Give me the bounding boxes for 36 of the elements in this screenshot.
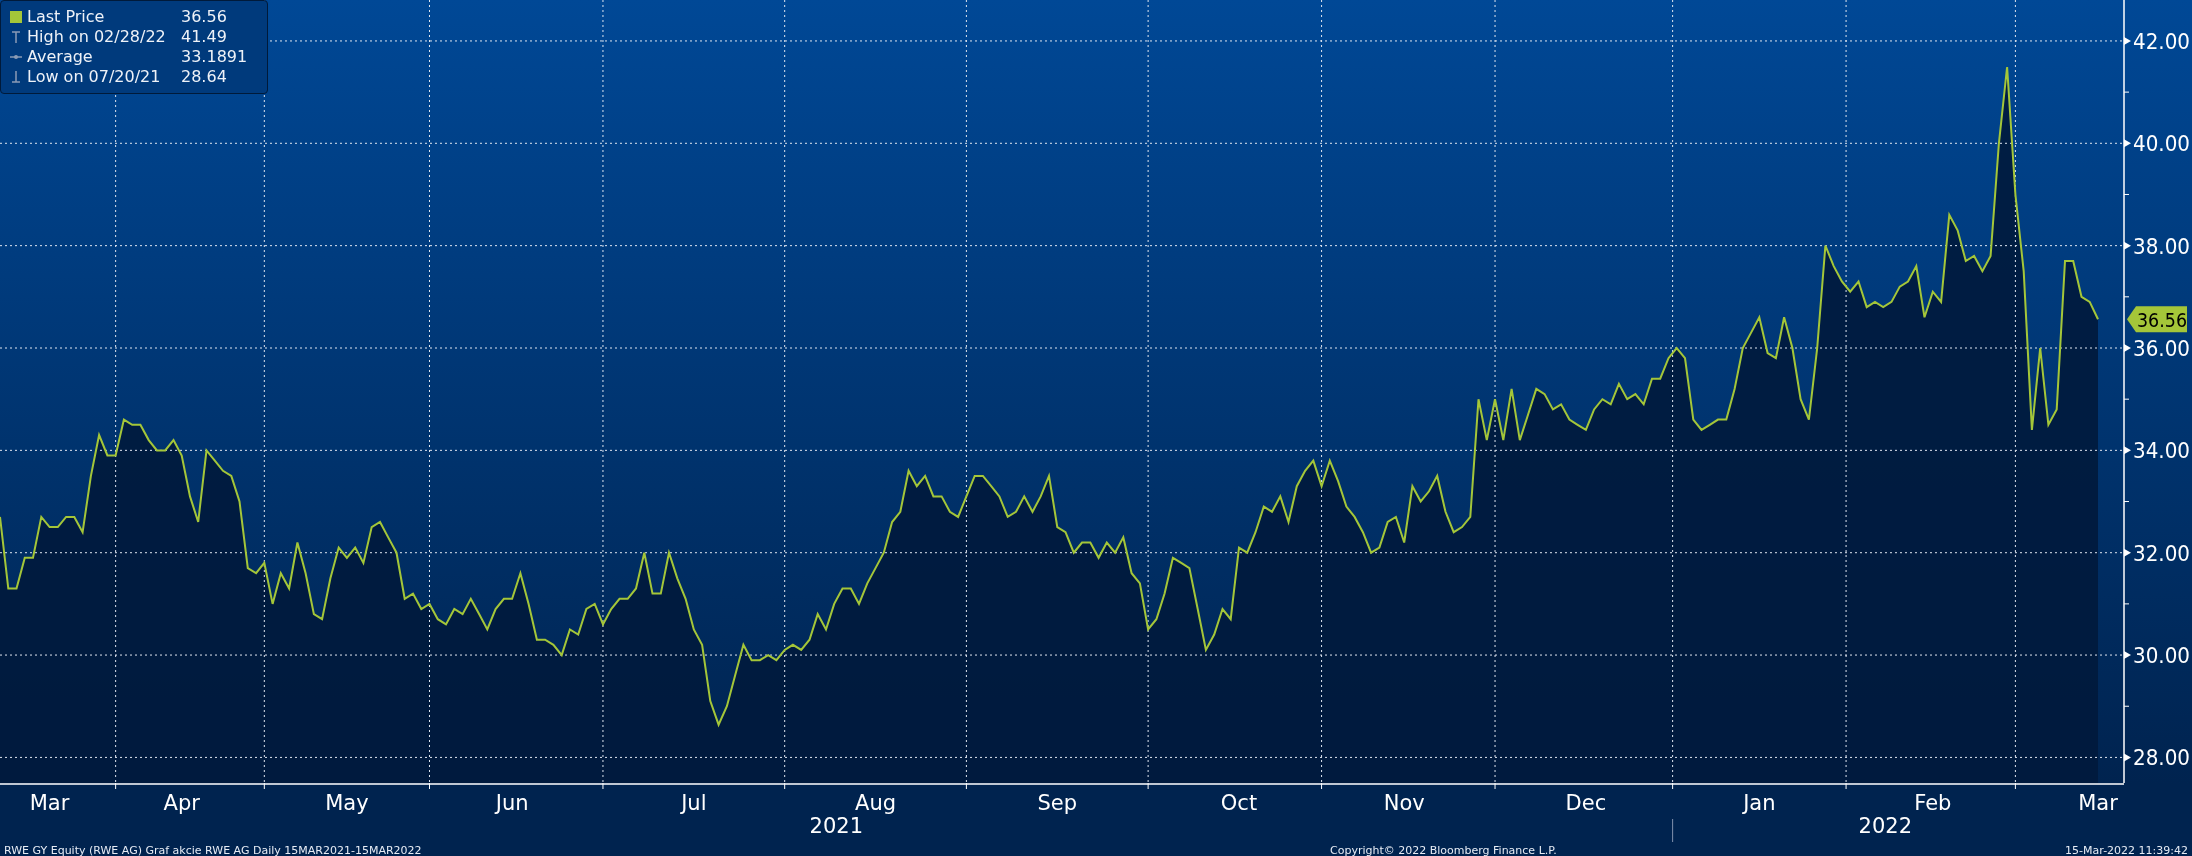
y-axis-label: 30.00 xyxy=(2133,643,2192,669)
legend-label: Average xyxy=(27,49,94,65)
y-axis-label: 38.00 xyxy=(2133,233,2192,259)
legend-label: Low on 07/20/21 xyxy=(27,69,162,85)
x-axis-label: Mar xyxy=(29,791,70,815)
legend-label: Last Price xyxy=(27,9,106,25)
high-marker-icon xyxy=(9,30,23,44)
chart-description: RWE GY Equity (RWE AG) Graf akcie RWE AG Daily 15MAR2021-15MAR2022 xyxy=(4,845,422,856)
y-axis-label: 36.00 xyxy=(2133,336,2192,361)
copyright-text: Copyright© 2022 Bloomberg Finance L.P. xyxy=(1330,845,1557,856)
y-axis-label: 40.00 xyxy=(2133,131,2192,157)
x-axis-label: Sep xyxy=(1037,791,1078,815)
y-axis-label: 34.00 xyxy=(2133,438,2192,464)
x-axis-label: Jul xyxy=(681,791,707,815)
x-axis-label: Dec xyxy=(1565,791,1607,815)
y-axis-label: 32.00 xyxy=(2133,540,2192,566)
year-label: 2021 xyxy=(809,814,864,838)
x-axis-label: Oct xyxy=(1220,791,1258,815)
legend-value: 28.64 xyxy=(181,69,227,85)
legend-value: 33.1891 xyxy=(181,49,248,65)
x-axis-label: Mar xyxy=(2078,791,2118,815)
y-axis-label: 42.00 xyxy=(2133,28,2192,54)
x-axis-label: May xyxy=(325,791,369,815)
y-axis-label: 28.00 xyxy=(2133,745,2192,771)
legend-value: 41.49 xyxy=(181,29,227,45)
legend-value: 36.56 xyxy=(181,9,227,25)
x-axis-label: Jan xyxy=(1743,791,1776,815)
x-axis-label: Apr xyxy=(163,791,200,815)
legend-label: High on 02/28/22 xyxy=(27,29,167,45)
year-label: 2022 xyxy=(1858,814,1913,838)
low-marker-icon xyxy=(9,70,23,84)
x-axis-label: Aug xyxy=(855,791,897,815)
x-axis-label: Feb xyxy=(1914,791,1952,815)
x-axis-label: Nov xyxy=(1383,791,1425,815)
timestamp: 15-Mar-2022 11:39:42 xyxy=(2065,845,2188,856)
x-axis-label: Jun xyxy=(495,791,529,815)
